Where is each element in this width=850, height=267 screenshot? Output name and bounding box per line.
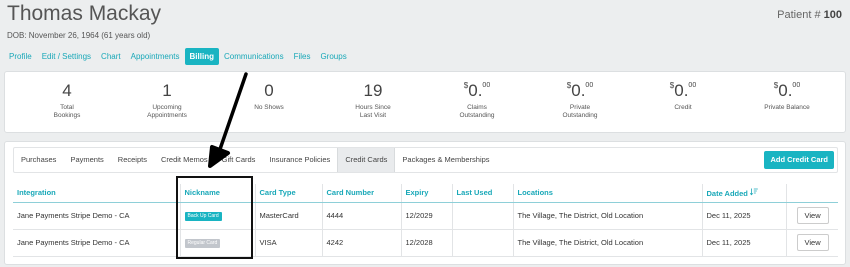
nav-tab-appointments[interactable]: Appointments (126, 48, 185, 65)
view-card-button[interactable]: View (796, 234, 829, 251)
nav-tab-files[interactable]: Files (289, 48, 316, 65)
stat-claims-outstanding: $0.00 Claims Outstanding (459, 81, 495, 120)
patient-header: Thomas Mackay DOB: November 26, 1964 (61… (0, 0, 850, 44)
patient-dob: DOB: November 26, 1964 (61 years old) (7, 31, 151, 40)
subtab-credit-cards[interactable]: Credit Cards (337, 148, 396, 172)
nickname-highlight-box (176, 176, 253, 259)
stat-value: 19 (363, 81, 383, 100)
cell-actions: View (786, 229, 838, 257)
cell-expiry: 12/2028 (401, 229, 453, 257)
subtab-credit-memos[interactable]: Credit Memos (154, 148, 215, 172)
nav-tab-profile[interactable]: Profile (4, 48, 37, 65)
nav-tab-communications[interactable]: Communications (219, 48, 289, 65)
stat-private-balance: $0.00 Private Balance (764, 81, 810, 112)
cell-card-type: VISA (255, 229, 323, 257)
stat-private-outstanding: $0.00 Private Outstanding (562, 81, 598, 120)
patient-number: Patient # 100 (777, 9, 842, 21)
nav-tab-groups[interactable]: Groups (315, 48, 351, 65)
cell-date-added: Dec 11, 2025 (702, 202, 787, 230)
view-card-button[interactable]: View (796, 207, 829, 224)
cell-actions: View (786, 202, 838, 230)
cell-expiry: 12/2029 (401, 202, 453, 230)
column-header-date-added[interactable]: Date Added (702, 184, 787, 203)
billing-content-card: Purchases Payments Receipts Credit Memos… (4, 141, 846, 265)
stat-total-bookings: 4 Total Bookings (17, 72, 117, 120)
stat-value: 4 (62, 81, 72, 100)
cell-last-used (452, 229, 514, 257)
subtab-purchases[interactable]: Purchases (14, 148, 63, 172)
nav-tab-billing[interactable]: Billing (184, 48, 219, 65)
stat-hours-since-last-visit: 19 Hours Since Last Visit (323, 72, 423, 120)
billing-subtabs: Purchases Payments Receipts Credit Memos… (13, 147, 838, 173)
credit-cards-table: Integration Nickname Card Type Card Numb… (13, 184, 838, 257)
stat-credit: $0.00 Credit (669, 81, 697, 112)
patient-nav: Profile Edit / Settings Chart Appointmen… (4, 48, 352, 65)
cell-last-used (452, 202, 514, 230)
cell-date-added: Dec 11, 2025 (702, 229, 787, 257)
cell-integration: Jane Payments Stripe Demo - CA (13, 229, 181, 257)
billing-stats-card: 4 Total Bookings 1 Upcoming Appointments 0… (4, 71, 846, 133)
column-header-last-used[interactable]: Last Used (452, 184, 514, 203)
column-header-card-type[interactable]: Card Type (255, 184, 323, 203)
cell-locations: The Village, The District, Old Location (513, 202, 703, 230)
stat-value: 0 (264, 81, 274, 100)
stat-upcoming-appointments: 1 Upcoming Appointments (117, 72, 217, 120)
cell-card-number: 4242 (322, 229, 402, 257)
column-header-integration[interactable]: Integration (13, 184, 181, 203)
add-credit-card-button[interactable]: Add Credit Card (764, 151, 834, 169)
nav-tab-edit-settings[interactable]: Edit / Settings (37, 48, 96, 65)
column-header-card-number[interactable]: Card Number (322, 184, 402, 203)
subtab-gift-cards[interactable]: Gift Cards (215, 148, 263, 172)
sort-descending-icon[interactable] (749, 188, 758, 198)
table-header-row: Integration Nickname Card Type Card Numb… (13, 184, 838, 203)
cell-card-type: MasterCard (255, 202, 323, 230)
patient-number-label: Patient # (777, 9, 821, 21)
table-row: Jane Payments Stripe Demo - CA Back Up C… (13, 202, 838, 230)
subtab-insurance-policies[interactable]: Insurance Policies (262, 148, 337, 172)
stat-value: 1 (162, 81, 172, 100)
patient-number-value: 100 (823, 9, 842, 21)
patient-name: Thomas Mackay (7, 2, 162, 25)
cell-card-number: 4444 (322, 202, 402, 230)
column-header-expiry[interactable]: Expiry (401, 184, 453, 203)
table-row: Jane Payments Stripe Demo - CA Regular C… (13, 229, 838, 257)
subtab-receipts[interactable]: Receipts (111, 148, 154, 172)
column-header-locations[interactable]: Locations (513, 184, 703, 203)
nav-tab-chart[interactable]: Chart (96, 48, 126, 65)
subtab-payments[interactable]: Payments (63, 148, 110, 172)
cell-locations: The Village, The District, Old Location (513, 229, 703, 257)
subtab-packages-memberships[interactable]: Packages & Memberships (395, 148, 496, 172)
cell-integration: Jane Payments Stripe Demo - CA (13, 202, 181, 230)
stat-no-shows: 0 No Shows (219, 72, 319, 112)
column-header-actions (786, 184, 838, 203)
